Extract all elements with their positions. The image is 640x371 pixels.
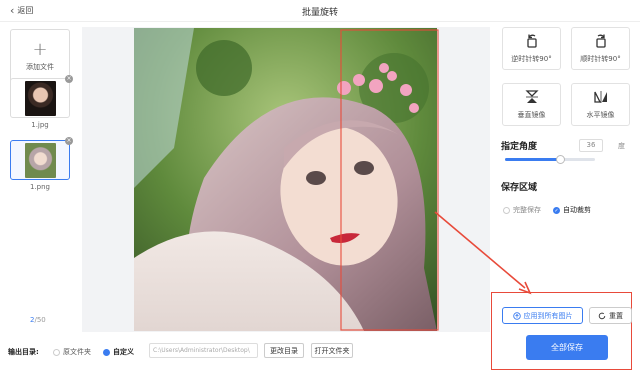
flip-horizontal-icon (593, 91, 607, 103)
flip-horizontal-button[interactable]: 水平镜像 (571, 83, 630, 126)
file-name: 1.jpg (31, 121, 49, 129)
file-thumbnail[interactable]: × (10, 75, 73, 118)
radio-label: 完整保存 (513, 206, 541, 214)
reset-icon (598, 312, 606, 319)
remove-file-icon[interactable]: × (65, 75, 73, 83)
save-all-button[interactable]: 全部保存 (526, 335, 608, 360)
preview-area (82, 27, 490, 332)
plus-icon: + (32, 38, 48, 60)
angle-unit: 度 (618, 142, 625, 150)
rotate-ccw-button[interactable]: 逆时针转90° (502, 27, 561, 70)
radio-label: 原文件夹 (63, 348, 91, 356)
preview-image (134, 28, 437, 331)
thumbnail-image (25, 143, 56, 178)
angle-slider-fill (505, 158, 561, 161)
radio-label: 自动裁剪 (563, 206, 591, 214)
save-full-radio[interactable]: 完整保存 (503, 205, 541, 215)
reset-button[interactable]: 重置 (589, 307, 632, 324)
change-dir-button[interactable]: 更改目录 (264, 343, 304, 358)
radio-unchecked-icon (53, 348, 60, 356)
apply-icon (512, 311, 521, 320)
save-region-title: 保存区域 (501, 183, 538, 193)
radio-checked-icon: ✓ (553, 206, 560, 214)
add-file-button[interactable]: + 添加文件 (10, 29, 70, 84)
file-sidebar: + 添加文件 × 1.jpg × 1.png 2/50 (0, 22, 80, 332)
page-total: /50 (34, 316, 46, 324)
radio-label: 自定义 (113, 348, 134, 356)
tool-label: 垂直镜像 (517, 111, 546, 119)
original-folder-radio[interactable]: 原文件夹 (53, 347, 91, 357)
angle-slider-handle[interactable] (556, 155, 566, 164)
output-bar: 输出目录: 原文件夹 自定义 C:\Users\Administrator\De… (0, 338, 495, 364)
radio-unchecked-icon (503, 206, 510, 214)
page-counter: 2/50 (30, 316, 46, 324)
auto-crop-radio[interactable]: ✓ 自动裁剪 (553, 205, 591, 215)
flip-vertical-button[interactable]: 垂直镜像 (502, 83, 561, 126)
angle-title: 指定角度 (501, 142, 538, 152)
tool-label: 顺时针转90° (580, 55, 621, 63)
tool-label: 水平镜像 (586, 111, 615, 119)
angle-slider[interactable] (505, 155, 595, 164)
radio-checked-icon (103, 348, 110, 356)
file-thumbnail-selected[interactable]: × (10, 137, 73, 180)
reset-label: 重置 (609, 311, 623, 320)
thumbnail-image (25, 81, 56, 116)
angle-input[interactable]: 36 (579, 139, 603, 152)
output-path-field[interactable]: C:\Users\Administrator\Desktop\ (149, 343, 258, 358)
remove-file-icon[interactable]: × (65, 137, 73, 145)
page-title: 批量旋转 (301, 8, 338, 18)
custom-folder-radio[interactable]: 自定义 (103, 347, 134, 357)
apply-to-all-button[interactable]: 应用到所有图片 (502, 307, 583, 324)
open-folder-button[interactable]: 打开文件夹 (311, 343, 353, 358)
tool-label: 逆时针转90° (511, 55, 552, 63)
rotate-cw-icon (595, 34, 606, 48)
output-dir-label: 输出目录: (8, 348, 39, 356)
flip-vertical-icon (524, 90, 539, 103)
rotate-ccw-icon (526, 34, 537, 48)
settings-panel: 逆时针转90° 顺时针转90° 垂直镜像 水平镜像 指定角度 36 度 保存区域 (491, 22, 640, 371)
apply-to-all-label: 应用到所有图片 (523, 311, 573, 320)
file-name: 1.png (29, 183, 50, 191)
rotate-cw-button[interactable]: 顺时针转90° (571, 27, 630, 70)
top-bar: ‹ 返回 批量旋转 (0, 0, 640, 22)
add-file-label: 添加文件 (26, 62, 54, 71)
